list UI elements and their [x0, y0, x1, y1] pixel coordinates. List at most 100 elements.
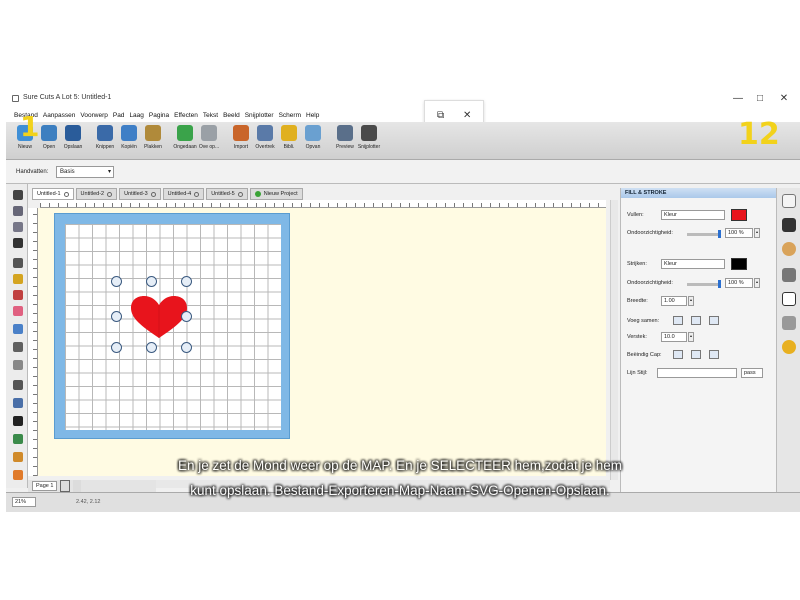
- rotate-handle-top-left[interactable]: [111, 276, 122, 287]
- text-tool-icon[interactable]: [13, 238, 23, 248]
- toolbar-button-4[interactable]: Kopiën: [118, 122, 140, 156]
- align-icon[interactable]: [13, 416, 23, 426]
- miter-input[interactable]: 10.0: [661, 332, 687, 342]
- cap-square-button[interactable]: [709, 350, 719, 359]
- handles-select[interactable]: Basis ▾: [56, 166, 114, 178]
- close-icon[interactable]: [107, 191, 113, 197]
- drawing-canvas[interactable]: [38, 208, 606, 476]
- toolbar-button-11[interactable]: Opvan: [302, 122, 324, 156]
- stroke-width-spinner[interactable]: ▴: [688, 296, 694, 306]
- line-style-select[interactable]: [657, 368, 737, 378]
- fill-color-swatch[interactable]: [731, 209, 747, 221]
- vertical-scrollbar[interactable]: [610, 200, 618, 480]
- toolbar-button-9[interactable]: Overtrek: [254, 122, 276, 156]
- stroke-opacity-spinner[interactable]: ▴: [754, 278, 760, 288]
- cap-butt-button[interactable]: [673, 350, 683, 359]
- tab-4[interactable]: Untitled-5: [206, 188, 248, 200]
- stroke-opacity-knob[interactable]: [718, 280, 721, 288]
- fill-type-select[interactable]: Kleur: [661, 210, 725, 220]
- menu-item-8[interactable]: Beeld: [223, 110, 240, 122]
- restore-button[interactable]: ⧉: [437, 110, 444, 121]
- zoom-level[interactable]: 21%: [12, 497, 36, 507]
- tab-3[interactable]: Untitled-4: [162, 188, 205, 200]
- cap-round-button[interactable]: [691, 350, 701, 359]
- close-icon[interactable]: [63, 191, 69, 197]
- stroke-color-swatch[interactable]: [731, 258, 747, 270]
- menu-item-3[interactable]: Pad: [113, 110, 125, 122]
- toolbar-button-12[interactable]: Preview: [334, 122, 356, 156]
- rotate-handle-bottom-right[interactable]: [181, 342, 192, 353]
- stroke-width-input[interactable]: 1.00: [661, 296, 687, 306]
- menu-item-7[interactable]: Tekst: [203, 110, 218, 122]
- rectangle-icon[interactable]: [13, 324, 23, 334]
- zoom-icon[interactable]: [13, 434, 23, 444]
- toolbar-button-1[interactable]: Open: [38, 122, 60, 156]
- miter-spinner[interactable]: ▴: [688, 332, 694, 342]
- move-arrows-icon[interactable]: [782, 218, 796, 232]
- resize-handle-left[interactable]: [111, 311, 122, 322]
- toolbar-button-6[interactable]: Ongedaan: [173, 122, 197, 156]
- menu-item-9[interactable]: Snijplotter: [245, 110, 274, 122]
- toolbar-button-5[interactable]: Plakken: [142, 122, 164, 156]
- tab-1[interactable]: Untitled-2: [75, 188, 118, 200]
- tab-0[interactable]: Untitled-1: [32, 188, 74, 200]
- tab-5[interactable]: Nieuw Project: [249, 188, 303, 200]
- minimize-button[interactable]: —: [730, 92, 746, 106]
- toolbar-button-3[interactable]: Knippen: [94, 122, 116, 156]
- stroke-type-select[interactable]: Kleur: [661, 259, 725, 269]
- node-edit-icon[interactable]: [13, 206, 23, 216]
- close-icon[interactable]: [150, 191, 156, 197]
- join-bevel-button[interactable]: [709, 316, 719, 325]
- menu-item-1[interactable]: Aanpassen: [43, 110, 76, 122]
- rotate-handle-bottom-left[interactable]: [111, 342, 122, 353]
- menu-item-2[interactable]: Voorwerp: [80, 110, 107, 122]
- menu-item-10[interactable]: Scherm: [279, 110, 301, 122]
- join-miter-button[interactable]: [673, 316, 683, 325]
- tab-2[interactable]: Untitled-3: [119, 188, 161, 200]
- text-size-icon[interactable]: [782, 292, 796, 306]
- crop-icon[interactable]: [13, 222, 23, 232]
- resize-handle-right[interactable]: [181, 311, 192, 322]
- fill-opacity-spinner[interactable]: ▴: [754, 228, 760, 238]
- transform-icon[interactable]: [13, 398, 23, 408]
- pencil-icon[interactable]: [13, 274, 23, 284]
- select-arrow-icon[interactable]: [13, 190, 23, 200]
- wrench-icon[interactable]: [782, 268, 796, 282]
- maximize-button[interactable]: □: [752, 92, 768, 106]
- layers-icon[interactable]: [782, 316, 796, 330]
- stroke-opacity-slider[interactable]: [687, 283, 721, 286]
- document-icon[interactable]: [782, 194, 796, 208]
- toolbar-button-label: Import: [233, 144, 249, 150]
- close-icon[interactable]: [194, 191, 200, 197]
- menu-item-4[interactable]: Laag: [129, 110, 143, 122]
- toolbar-button-13[interactable]: Snijplotter: [358, 122, 380, 156]
- menu-item-6[interactable]: Effecten: [174, 110, 198, 122]
- toolbar-button-10[interactable]: Bibli.: [278, 122, 300, 156]
- toolbar-button-2[interactable]: Opslaan: [62, 122, 84, 156]
- menu-item-5[interactable]: Pagina: [149, 110, 169, 122]
- close-icon[interactable]: [237, 191, 243, 197]
- rotate-handle-top-right[interactable]: [181, 276, 192, 287]
- help-icon[interactable]: [782, 340, 796, 354]
- shape-icon[interactable]: [13, 360, 23, 370]
- pen-tool-icon[interactable]: [13, 258, 23, 268]
- toolbar-button-8[interactable]: Import: [230, 122, 252, 156]
- stroke-opacity-input[interactable]: 100 %: [725, 278, 753, 288]
- palette-icon[interactable]: [782, 242, 796, 256]
- resize-handle-top[interactable]: [146, 276, 157, 287]
- join-round-button[interactable]: [691, 316, 701, 325]
- eraser-icon[interactable]: [13, 306, 23, 316]
- menu-item-11[interactable]: Help: [306, 110, 319, 122]
- resize-handle-bottom[interactable]: [146, 342, 157, 353]
- fill-opacity-input[interactable]: 100 %: [725, 228, 753, 238]
- fill-opacity-slider[interactable]: [687, 233, 721, 236]
- toolbar-button-7[interactable]: Ove op...: [198, 122, 220, 156]
- knife-icon[interactable]: [13, 342, 23, 352]
- eyedropper-icon[interactable]: [13, 380, 23, 390]
- popup-close-button[interactable]: ✕: [463, 110, 471, 121]
- brush-icon[interactable]: [13, 290, 23, 300]
- heart-shape[interactable]: [129, 294, 189, 340]
- fill-opacity-knob[interactable]: [718, 230, 721, 238]
- close-button[interactable]: ✕: [776, 92, 792, 106]
- line-style-button[interactable]: pass: [741, 368, 763, 378]
